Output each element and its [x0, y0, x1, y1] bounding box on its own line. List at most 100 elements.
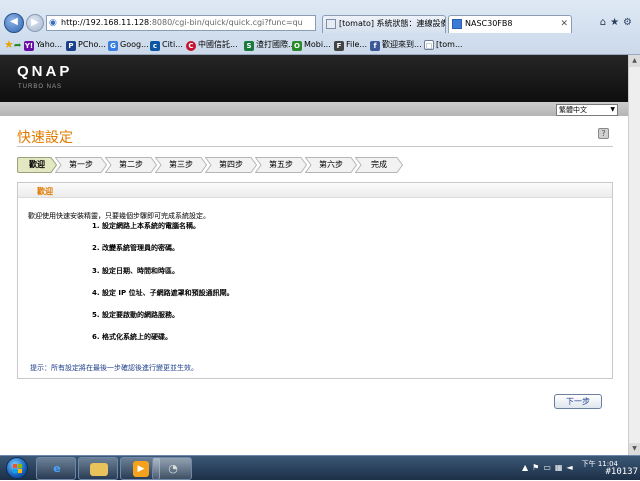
- list-item: 6. 格式化系統上的硬碟。: [92, 333, 172, 341]
- scroll-up-icon[interactable]: ▲: [629, 55, 640, 67]
- wizard-step-label: 第五步: [269, 160, 293, 169]
- wizard-step-4: 第四步: [205, 157, 257, 173]
- tray-icons: ▲⚑▭▦◄: [522, 463, 577, 472]
- favorites-icon[interactable]: ★➦: [4, 35, 21, 56]
- volume-icon[interactable]: ◄: [566, 463, 576, 472]
- taskbar-ie[interactable]: e: [36, 457, 76, 480]
- address-host: http://192.168.11.128: [61, 18, 150, 27]
- wizard-step-0: 歡迎: [17, 157, 57, 173]
- bookmark-label: Mobi...: [304, 40, 331, 49]
- list-item: 1. 設定網路上本系統的電腦名稱。: [92, 222, 200, 230]
- list-item: 2. 改變系統管理員的密碼。: [92, 244, 179, 252]
- help-icon[interactable]: ?: [598, 128, 609, 139]
- chevron-down-icon: ▼: [610, 106, 615, 113]
- wizard-step-6: 第六步: [305, 157, 357, 173]
- bookmark-standard-chartered[interactable]: S 渣打國際...: [244, 35, 296, 54]
- bookmark-icon: c: [150, 41, 160, 51]
- bookmark-mobile01[interactable]: O Mobi...: [292, 35, 331, 54]
- network-icon[interactable]: ▦: [555, 463, 567, 472]
- browser-chrome: ◀ ▶ ◉ http://192.168.11.128:8080/cgi-bin…: [0, 0, 640, 55]
- favorites-bar: ★➦ Y! Yaho... P PCho... G Goog... c Citi... …: [0, 35, 640, 54]
- back-button[interactable]: ◀: [4, 13, 24, 33]
- windows-logo-icon: [6, 457, 28, 479]
- gear-icon[interactable]: ⚙: [623, 17, 636, 28]
- bookmark-yahoo[interactable]: Y! Yaho...: [24, 35, 62, 54]
- wizard-step-label: 第四步: [219, 160, 243, 169]
- hint-text: 提示：所有設定將在最後一步確認後進行變更並生效。: [30, 364, 198, 372]
- bookmark-icon: C: [186, 41, 196, 51]
- address-path: :8080/cgi-bin/quick/quick.cgi?func=qu: [149, 18, 303, 27]
- bookmark-citi[interactable]: c Citi...: [150, 35, 183, 54]
- title-divider: [17, 146, 613, 147]
- browser-toolbar: ◀ ▶ ◉ http://192.168.11.128:8080/cgi-bin…: [0, 12, 640, 34]
- bookmark-label: 渣打國際...: [256, 40, 296, 49]
- wizard-step-label: 完成: [371, 160, 387, 169]
- wizard-step-3: 第三步: [155, 157, 207, 173]
- internet-explorer-icon: e: [53, 462, 61, 475]
- home-icon[interactable]: ⌂: [600, 17, 610, 28]
- bookmark-icon: f: [370, 41, 380, 51]
- bookmark-label: Yaho...: [36, 40, 63, 49]
- app-icon: ◔: [168, 462, 178, 475]
- list-item: 4. 設定 IP 位址、子網路遮罩和預設通訊閘。: [92, 289, 234, 297]
- favorites-star-icon[interactable]: ★: [610, 17, 623, 28]
- bookmark-ctbc[interactable]: C 中國信託...: [186, 35, 238, 54]
- tab-page-icon: [452, 19, 462, 29]
- page-icon: ◉: [49, 18, 57, 28]
- bookmark-icon: P: [66, 41, 76, 51]
- wizard-step-label: 第三步: [169, 160, 193, 169]
- page-title: 快速設定: [17, 130, 73, 146]
- vertical-scrollbar[interactable]: ▲ ▼: [628, 55, 640, 455]
- panel-title: 歡迎: [37, 187, 53, 196]
- language-value: 繁體中文: [559, 106, 587, 114]
- taskbar-app[interactable]: ◔: [152, 457, 192, 480]
- bookmark-file[interactable]: F File...: [334, 35, 367, 54]
- bookmark-label: [tom...: [436, 40, 463, 49]
- flag-icon[interactable]: ⚑: [532, 463, 543, 472]
- bookmark-icon: Y!: [24, 41, 34, 51]
- wizard-step-label: 第六步: [319, 160, 343, 169]
- watermark: #10137: [605, 467, 638, 477]
- start-button[interactable]: [4, 456, 30, 481]
- scroll-down-icon[interactable]: ▼: [629, 443, 640, 455]
- bookmark-icon: S: [244, 41, 254, 51]
- forward-button[interactable]: ▶: [26, 14, 44, 32]
- tab-nas[interactable]: NASC30FB8 ✕: [448, 15, 572, 33]
- system-tray: ▲⚑▭▦◄ 下午 11:04 #10137: [480, 456, 640, 481]
- taskbar: e ▶ ◔ ▲⚑▭▦◄ 下午 11:04 #10137: [0, 455, 640, 480]
- bookmark-label: File...: [346, 40, 368, 49]
- language-select[interactable]: 繁體中文 ▼: [556, 104, 618, 116]
- next-button[interactable]: 下一步: [554, 394, 602, 409]
- tab-tomato[interactable]: [tomato] 系統狀態：連線設備...: [322, 15, 446, 33]
- tray-expand-icon[interactable]: ▲: [522, 463, 532, 472]
- wizard-step-label: 第一步: [69, 160, 93, 169]
- wizard-step-1: 第一步: [55, 157, 107, 173]
- bookmark-tomato[interactable]: □ [tom...: [424, 35, 463, 54]
- media-player-icon: ▶: [133, 461, 149, 477]
- bookmark-icon: O: [292, 41, 302, 51]
- welcome-panel: 歡迎 歡迎使用快速安裝精靈，只要幾個步驟即可完成系統設定。 1. 設定網路上本系…: [17, 182, 613, 379]
- taskbar-explorer[interactable]: [78, 457, 118, 480]
- close-tab-icon[interactable]: ✕: [560, 16, 568, 32]
- qnap-subtitle: TURBO NAS: [18, 84, 63, 90]
- bookmark-label: Goog...: [120, 40, 149, 49]
- folder-icon: [90, 463, 108, 476]
- display-icon[interactable]: ▭: [543, 463, 555, 472]
- bookmark-facebook[interactable]: f 歡迎來到...: [370, 35, 422, 54]
- panel-header: 歡迎: [18, 183, 612, 198]
- list-item: 3. 設定日期、時間和時區。: [92, 267, 179, 275]
- tab-page-icon: [326, 19, 336, 29]
- bookmark-label: PCho...: [78, 40, 106, 49]
- wizard-step-7: 完成: [355, 157, 403, 173]
- tab-label: [tomato] 系統狀態：連線設備...: [339, 19, 446, 28]
- wizard-step-5: 第五步: [255, 157, 307, 173]
- intro-text: 歡迎使用快速安裝精靈，只要幾個步驟即可完成系統設定。: [28, 212, 210, 220]
- bookmark-google[interactable]: G Goog...: [108, 35, 149, 54]
- header-strip: [0, 102, 628, 116]
- bookmark-pchome[interactable]: P PCho...: [66, 35, 106, 54]
- tab-label: NASC30FB8: [465, 19, 513, 28]
- qnap-header: QNAP TURBO NAS: [0, 55, 628, 102]
- qnap-logo: QNAP: [17, 63, 73, 80]
- address-bar[interactable]: ◉ http://192.168.11.128:8080/cgi-bin/qui…: [46, 15, 316, 31]
- bookmark-label: 中國信託...: [198, 40, 238, 49]
